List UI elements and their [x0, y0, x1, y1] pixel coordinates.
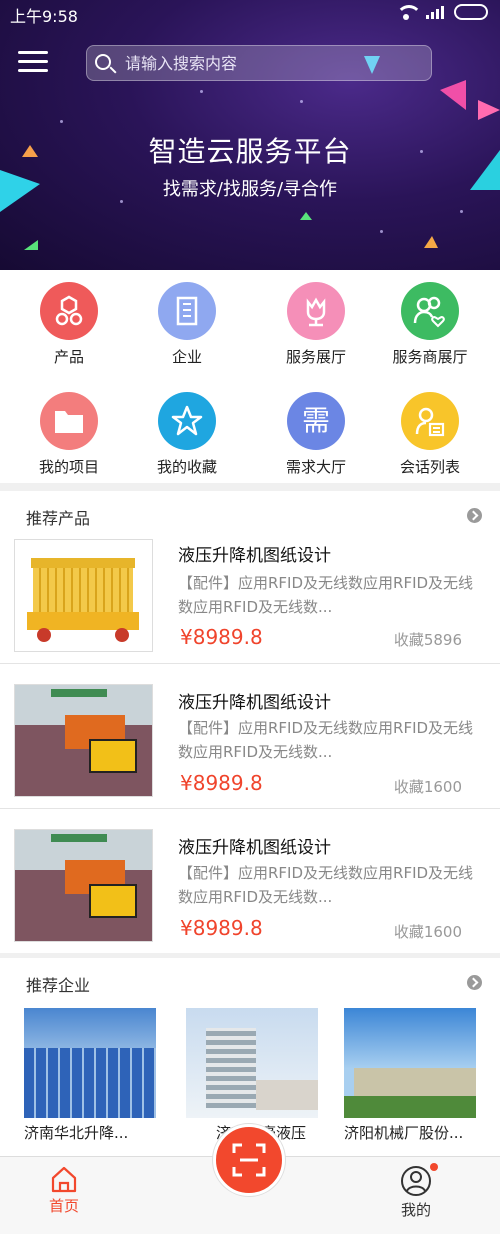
- company-card[interactable]: 济阳机械厂股份...: [344, 1008, 478, 1143]
- status-time: 上午9:58: [10, 7, 78, 26]
- search-input[interactable]: [123, 46, 423, 80]
- platform-title: 智造云服务平台: [148, 135, 352, 168]
- product-fav-count: 收藏1600: [393, 923, 462, 941]
- wifi-icon: [396, 5, 422, 20]
- category-chat-list[interactable]: 会话列表: [375, 392, 485, 477]
- category-label: 企业: [171, 348, 202, 366]
- section-title: 推荐产品: [26, 509, 91, 528]
- product-desc: 【配件】应用RFID及无线数应用RFID及无线数应用RFID及无线数...: [178, 719, 474, 761]
- building-icon: [158, 282, 216, 340]
- product-name: 液压升降机图纸设计: [178, 838, 331, 858]
- chevron-right-icon[interactable]: [467, 508, 482, 523]
- company-image: [186, 1008, 318, 1118]
- folder-icon: [40, 392, 98, 450]
- road-truck-image: [14, 829, 153, 942]
- signal-icon: [426, 5, 444, 19]
- search-bar[interactable]: [86, 45, 432, 81]
- hero-banner: 上午9:58 智造云服务平台 找需求/找服务/寻合作: [0, 0, 500, 270]
- category-my-projects[interactable]: 我的项目: [14, 392, 124, 477]
- company-image: [24, 1008, 156, 1118]
- recommended-products: 推荐产品 液压升降机图纸设计 【配件】应用RFID及无线数应用RFID及无线数应…: [0, 491, 500, 953]
- xu-glyph-icon: 需: [287, 392, 345, 450]
- flower-icon: [287, 282, 345, 340]
- chevron-right-icon[interactable]: [467, 975, 482, 990]
- product-desc: 【配件】应用RFID及无线数应用RFID及无线数应用RFID及无线数...: [178, 574, 474, 616]
- company-name: 济南华北升降...: [24, 1124, 129, 1142]
- product-name: 液压升降机图纸设计: [178, 546, 331, 566]
- category-product[interactable]: 产品: [14, 282, 124, 367]
- category-label: 会话列表: [399, 458, 460, 476]
- user-icon: [401, 1166, 431, 1196]
- category-label: 我的收藏: [156, 458, 217, 476]
- product-item[interactable]: 液压升降机图纸设计 【配件】应用RFID及无线数应用RFID及无线数应用RFID…: [0, 537, 500, 663]
- category-service-hall[interactable]: 服务展厅: [261, 282, 371, 367]
- tab-mine-label: 我的: [400, 1201, 431, 1219]
- product-price: ¥8989.8: [180, 771, 263, 795]
- category-demand-hall[interactable]: 需 需求大厅: [261, 392, 371, 477]
- company-image: [344, 1008, 476, 1118]
- product-item[interactable]: 液压升降机图纸设计 【配件】应用RFID及无线数应用RFID及无线数应用RFID…: [0, 663, 500, 808]
- product-price: ¥8989.8: [180, 625, 263, 649]
- section-title: 推荐企业: [26, 976, 91, 995]
- product-fav-count: 收藏1600: [393, 778, 462, 796]
- road-truck-image: [14, 684, 153, 797]
- person-card-icon: [401, 392, 459, 450]
- product-item[interactable]: 液压升降机图纸设计 【配件】应用RFID及无线数应用RFID及无线数应用RFID…: [0, 808, 500, 953]
- home-icon: [51, 1166, 77, 1193]
- menu-icon[interactable]: [18, 50, 48, 74]
- category-provider-hall[interactable]: 服务商展厅: [375, 282, 485, 367]
- company-card[interactable]: 济南华北升降...: [24, 1008, 158, 1143]
- battery-icon: [454, 4, 488, 20]
- search-icon: [95, 54, 111, 70]
- status-bar: 上午9:58: [0, 0, 500, 26]
- tab-home-label: 首页: [48, 1197, 79, 1215]
- notification-dot: [430, 1163, 438, 1171]
- scan-icon: [232, 1143, 266, 1177]
- category-label: 我的项目: [38, 458, 99, 476]
- scissor-lift-image: [14, 539, 153, 652]
- category-my-favorites[interactable]: 我的收藏: [132, 392, 242, 477]
- product-price: ¥8989.8: [180, 916, 263, 940]
- category-label: 需求大厅: [285, 458, 346, 476]
- company-card[interactable]: 济南龙豪液压: [186, 1008, 320, 1143]
- company-name: 济阳机械厂股份...: [344, 1124, 464, 1142]
- product-name: 液压升降机图纸设计: [178, 693, 331, 713]
- tab-home[interactable]: 首页: [24, 1165, 104, 1216]
- star-icon: [158, 392, 216, 450]
- scan-button[interactable]: [213, 1124, 285, 1196]
- category-grid: 产品 企业 服务展厅 服务商展厅 我的项目 我的收藏 需 需求大厅 会话列表: [0, 270, 500, 483]
- category-label: 服务商展厅: [392, 348, 468, 366]
- users-heart-icon: [401, 282, 459, 340]
- category-label: 服务展厅: [285, 348, 346, 366]
- platform-subtitle: 找需求/找服务/寻合作: [162, 179, 338, 200]
- product-desc: 【配件】应用RFID及无线数应用RFID及无线数应用RFID及无线数...: [178, 864, 474, 906]
- category-label: 产品: [53, 348, 84, 366]
- bolts-icon: [40, 282, 98, 340]
- category-enterprise[interactable]: 企业: [132, 282, 242, 367]
- product-fav-count: 收藏5896: [393, 631, 462, 649]
- tab-mine[interactable]: 我的: [376, 1163, 456, 1220]
